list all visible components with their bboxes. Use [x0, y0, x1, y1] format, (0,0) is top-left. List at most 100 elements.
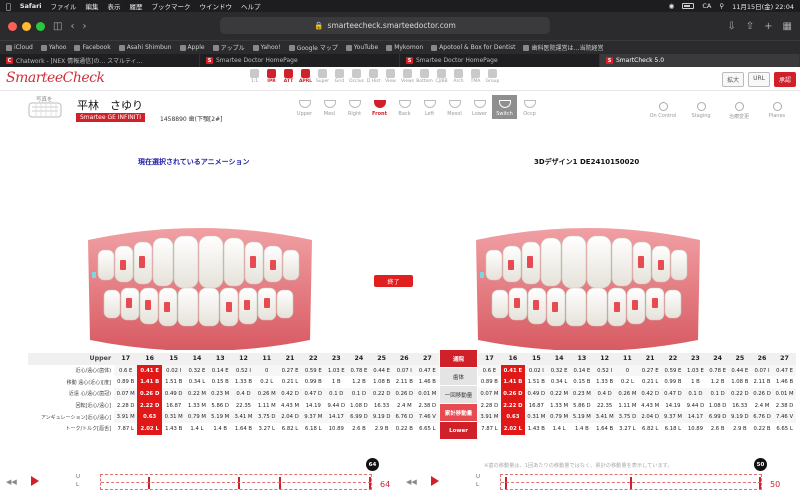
tooth-number-header[interactable]: 16 — [137, 353, 163, 365]
tooth-number-header[interactable]: 11 — [616, 353, 639, 365]
stage-marker[interactable] — [369, 477, 371, 489]
view-upper[interactable]: Upper — [292, 95, 317, 119]
view-front[interactable]: Front — [367, 95, 392, 119]
stage-handle[interactable]: 64 — [366, 458, 379, 471]
mode-button-4[interactable]: Lower — [440, 422, 477, 440]
stage-slider-track[interactable] — [500, 474, 762, 490]
view-back[interactable]: Back — [392, 95, 417, 119]
browser-tab-active[interactable]: S SmartCheck 5.0 — [600, 54, 800, 67]
right-teeth-model[interactable] — [466, 222, 710, 350]
bookmark-item[interactable]: アップル — [212, 43, 245, 52]
tool-arch[interactable]: Arch — [450, 69, 467, 84]
play-icon[interactable] — [31, 476, 39, 486]
tool-tma[interactable]: TMA — [467, 69, 484, 84]
stage-marker[interactable] — [630, 477, 632, 489]
stage-handle[interactable]: 50 — [754, 458, 767, 471]
menu-window[interactable]: ウインドウ — [200, 1, 233, 11]
back-chevron-icon[interactable]: ‹ — [70, 21, 74, 32]
tool-1to1[interactable]: 1:1 — [246, 69, 263, 84]
tooth-number-header[interactable]: 17 — [114, 353, 138, 365]
tooth-number-header[interactable]: 12 — [231, 353, 256, 365]
tool-att[interactable]: ATT — [280, 69, 297, 84]
mode-button-3[interactable]: 累計移動量 — [440, 404, 477, 422]
tool-views[interactable]: Views — [399, 69, 416, 84]
download-icon[interactable]: ⇩ — [727, 21, 735, 32]
menu-edit[interactable]: 編集 — [86, 1, 99, 11]
close-window-button[interactable] — [8, 21, 17, 31]
step-back-icon[interactable]: ◀◀ — [406, 478, 417, 486]
tooth-number-header[interactable]: 25 — [728, 353, 751, 365]
tool-cjbb[interactable]: CJ/BB — [433, 69, 450, 84]
bookmark-item[interactable]: 歯科医院運営は…当院経営 — [523, 43, 603, 52]
arch-selector[interactable]: UL — [476, 473, 480, 489]
tooth-number-header[interactable]: 12 — [593, 353, 617, 365]
bookmark-item[interactable]: Mykomon — [386, 44, 423, 51]
tab-overview-icon[interactable]: ▦ — [783, 21, 792, 32]
bookmark-item[interactable]: Yahoo — [40, 44, 66, 51]
tooth-number-header[interactable]: 13 — [208, 353, 232, 365]
minimize-window-button[interactable] — [22, 21, 31, 31]
tooth-number-header[interactable]: 23 — [324, 353, 348, 365]
tooth-number-header[interactable]: 24 — [706, 353, 729, 365]
menu-clock[interactable]: 11月15日(金) 22:04 — [732, 1, 794, 11]
sidebar-toggle-icon[interactable]: ◫ — [53, 21, 62, 32]
view-occp[interactable]: Occp — [517, 95, 542, 119]
tooth-number-header[interactable]: 17 — [478, 353, 501, 365]
view-mesol[interactable]: Mesol — [442, 95, 467, 119]
bookmark-item[interactable]: Yahoo! — [252, 44, 281, 51]
browser-tab[interactable]: C Chatwork - [NEX 情報通信]の... スマルティ... — [0, 54, 200, 67]
view-right[interactable]: Right — [342, 95, 367, 119]
tooth-number-header[interactable]: 23 — [684, 353, 707, 365]
bookmark-item[interactable]: YouTube — [345, 44, 378, 51]
tool-ipr[interactable]: IPR — [263, 69, 280, 84]
mode-button-2[interactable]: 一回移動量 — [440, 386, 477, 404]
tooth-number-header[interactable]: 22 — [301, 353, 325, 365]
bookmark-item[interactable]: Apotool & Box for Dentist — [431, 44, 515, 51]
view-left[interactable]: Left — [417, 95, 442, 119]
teeth-thumbnail-icon[interactable] — [28, 98, 62, 118]
tooth-number-header[interactable]: 21 — [638, 353, 662, 365]
new-tab-icon[interactable]: + — [764, 21, 772, 32]
mode-button-1[interactable]: 歯体 — [440, 368, 477, 386]
input-method-badge[interactable]: CA — [702, 2, 711, 10]
left-teeth-model[interactable] — [78, 222, 322, 350]
approve-button[interactable]: 承認 — [773, 72, 796, 87]
tooth-number-header[interactable]: 26 — [392, 353, 416, 365]
tooth-number-header[interactable]: 15 — [524, 353, 548, 365]
url-button[interactable]: URL — [748, 72, 770, 87]
stage-marker[interactable] — [238, 477, 240, 489]
apple-logo-icon[interactable]:  — [6, 2, 11, 11]
bookmark-item[interactable]: iCloud — [6, 44, 33, 51]
tool-super[interactable]: Super — [314, 69, 331, 84]
search-icon[interactable]: ⚲ — [719, 2, 724, 10]
tool-grid[interactable]: Grid — [331, 69, 348, 84]
tooth-number-header[interactable]: 27 — [773, 353, 796, 365]
view-lower[interactable]: Lower — [467, 95, 492, 119]
share-icon[interactable]: ⇧ — [746, 21, 754, 32]
battery-icon[interactable] — [682, 3, 695, 9]
tool-planes[interactable]: Planes — [762, 102, 792, 120]
tool-treatment-change[interactable]: 治療変更 — [724, 102, 754, 120]
step-back-icon[interactable]: ◀◀ — [6, 478, 17, 486]
tool-staging[interactable]: Staging — [686, 102, 716, 120]
bookmark-item[interactable]: Asahi Shimbun — [118, 44, 172, 51]
tooth-number-header[interactable]: 22 — [661, 353, 685, 365]
stage-slider-track[interactable] — [100, 474, 372, 490]
tooth-number-header[interactable]: 15 — [162, 353, 186, 365]
stage-marker[interactable] — [279, 477, 281, 489]
address-bar[interactable]: 🔒 smarteecheck.smarteedoctor.com — [220, 17, 550, 34]
bookmark-item[interactable]: Google マップ — [288, 43, 338, 52]
wifi-icon[interactable]: ◉ — [669, 2, 675, 10]
tooth-number-header[interactable]: 11 — [255, 353, 279, 365]
stage-marker[interactable] — [759, 477, 761, 489]
tool-on-control[interactable]: On Control — [648, 102, 678, 120]
mode-button-0[interactable]: 通院 — [440, 350, 477, 368]
forward-chevron-icon[interactable]: › — [82, 21, 86, 32]
tooth-number-header[interactable]: 16 — [500, 353, 525, 365]
browser-tab[interactable]: S Smartee Doctor HomePage — [400, 54, 600, 67]
menu-app-name[interactable]: Safari — [20, 2, 42, 10]
tooth-number-header[interactable]: 14 — [185, 353, 209, 365]
arch-selector[interactable]: UL — [76, 473, 80, 489]
stage-marker[interactable] — [148, 477, 150, 489]
tooth-number-header[interactable]: 24 — [347, 353, 371, 365]
